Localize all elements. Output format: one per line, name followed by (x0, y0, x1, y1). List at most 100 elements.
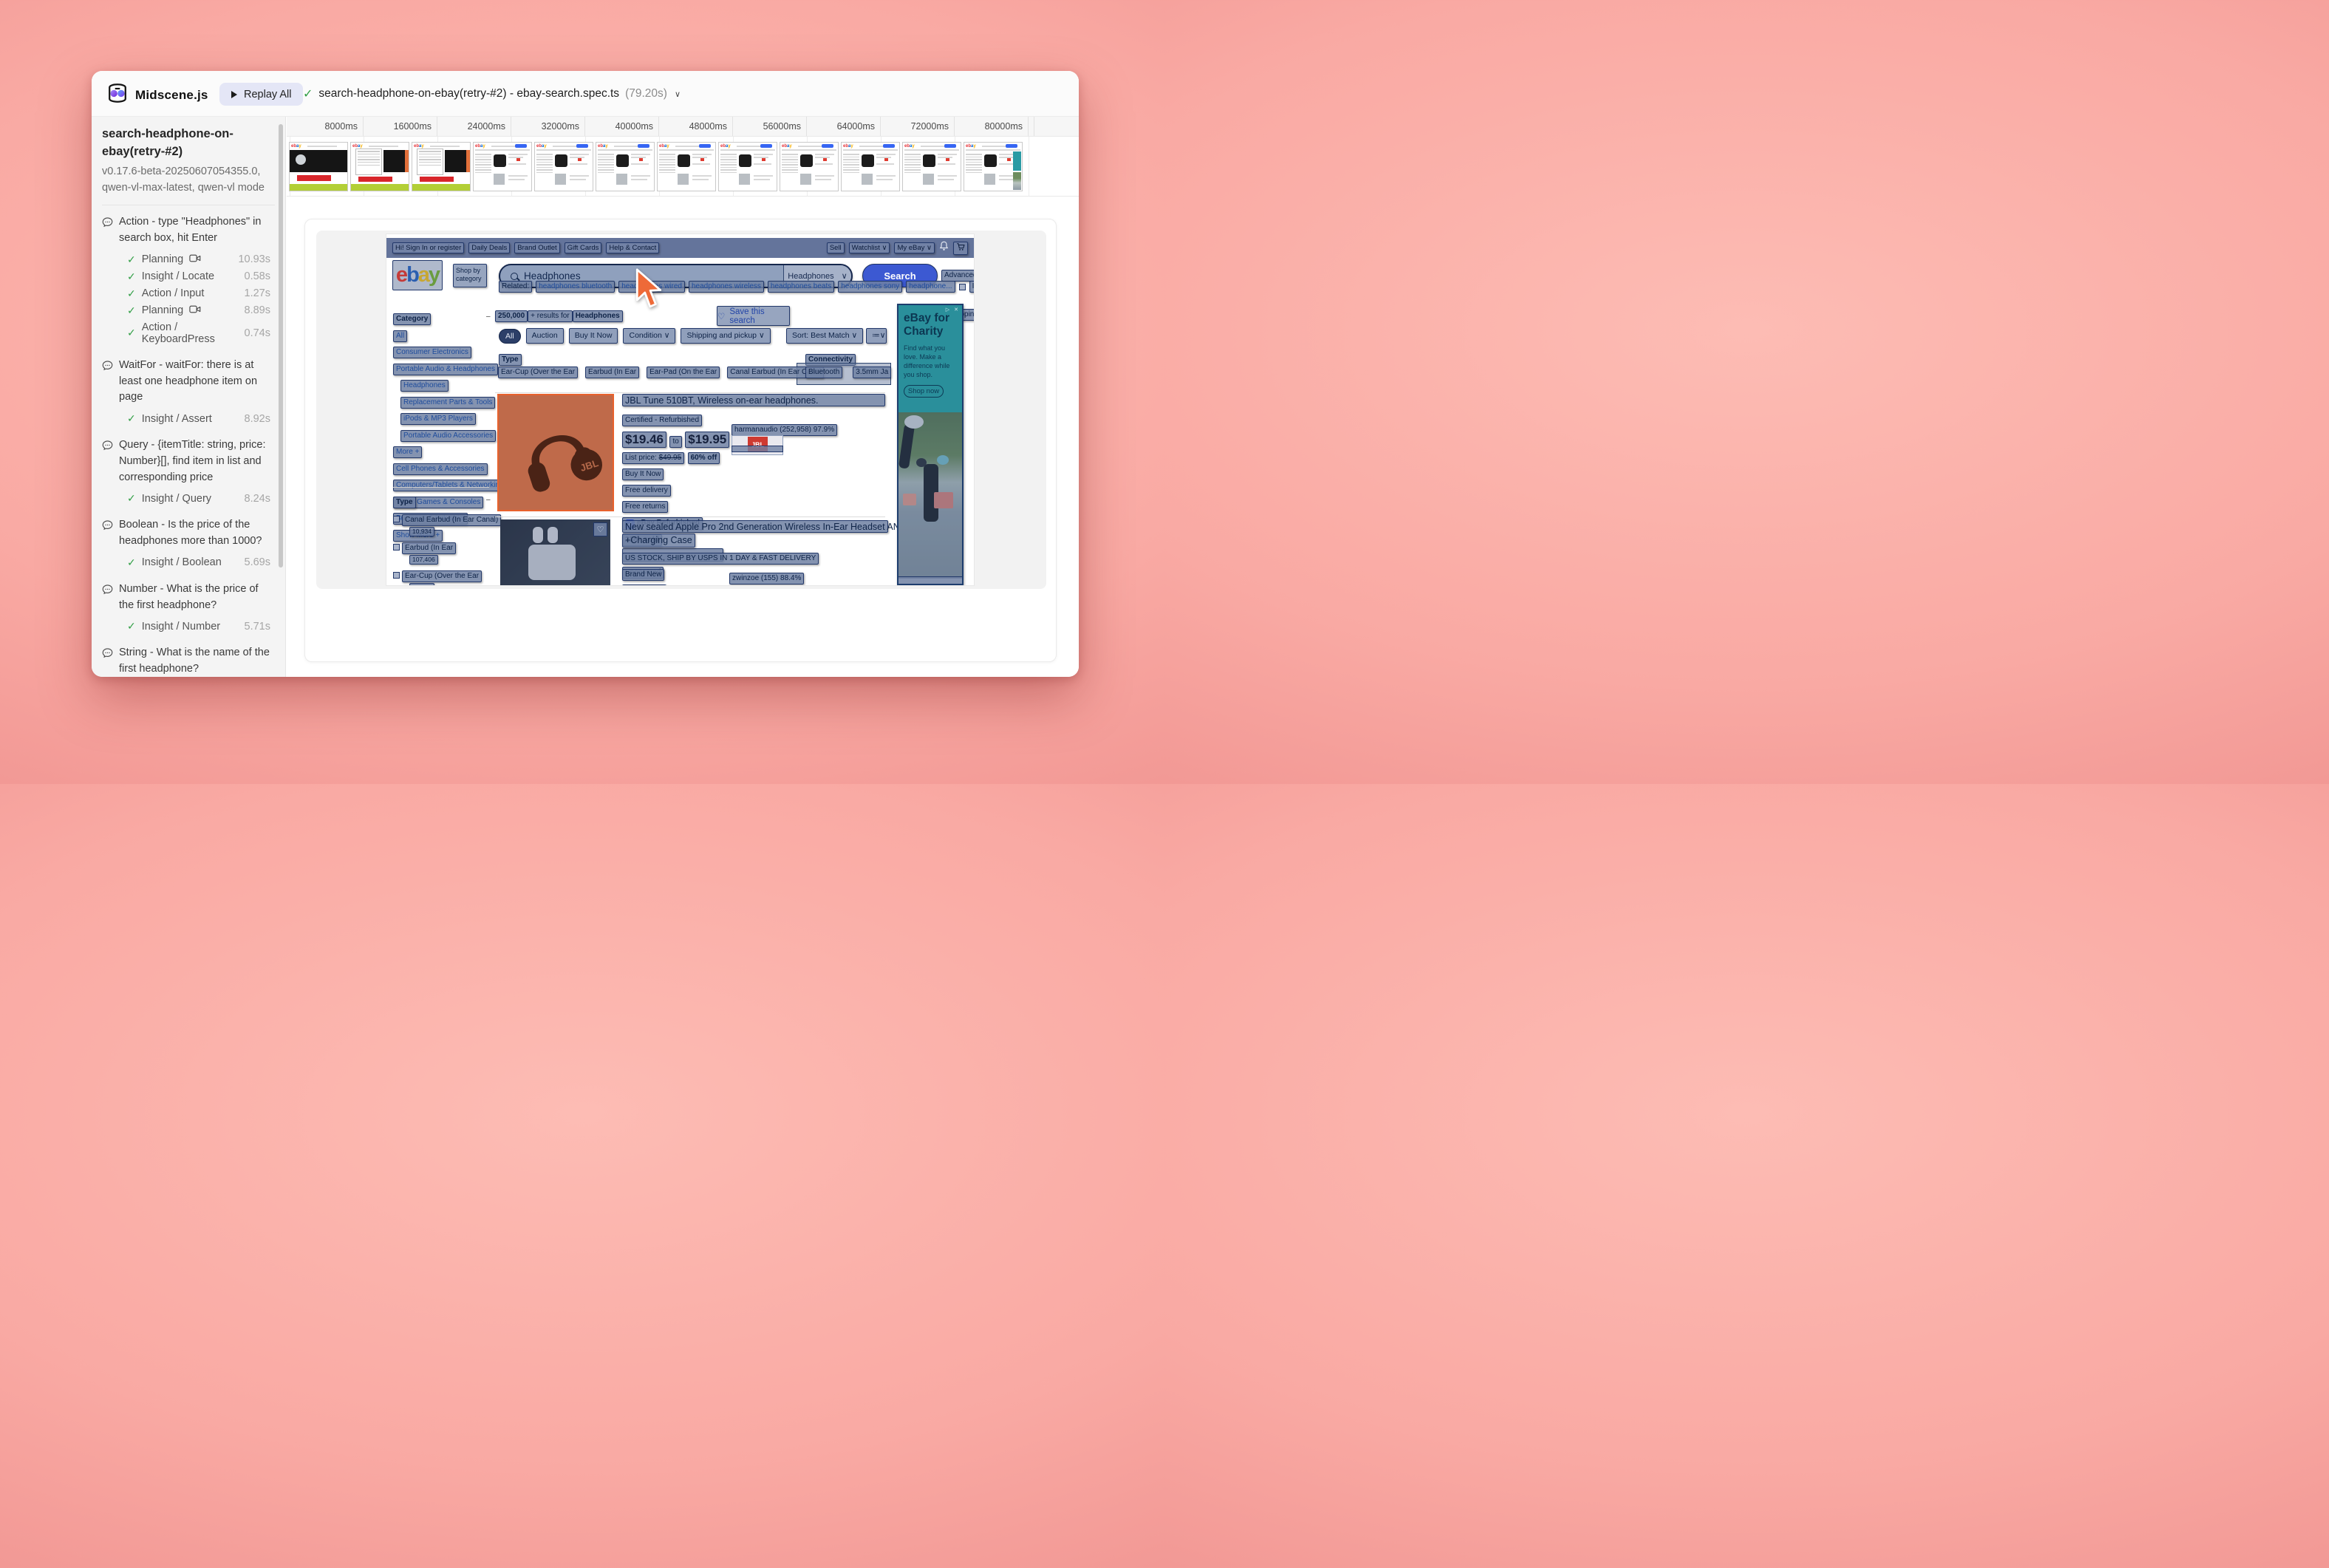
screenshot-thumbnail[interactable]: ebay (964, 142, 1023, 191)
step-text: Boolean - Is the price of the headphones… (119, 517, 275, 550)
step-item[interactable]: String - What is the name of the first h… (102, 645, 275, 677)
timeline-tick: 72000ms (881, 117, 955, 136)
substep-row[interactable]: ✓Insight / Locate0.58s (102, 268, 275, 285)
sidebar-scrollbar[interactable] (279, 124, 283, 567)
shop-now-button: Shop now (904, 385, 944, 398)
category-item: iPods & MP3 Players (400, 411, 504, 425)
screenshot-thumbnail[interactable]: ebay (350, 142, 409, 191)
substep-row[interactable]: ✓Action / KeyboardPress0.74s (102, 319, 275, 347)
topnav-link: Daily Deals (468, 242, 510, 253)
substep-duration: 8.89s (245, 304, 270, 316)
step-label[interactable]: WaitFor - waitFor: there is at least one… (102, 358, 275, 406)
filter-all: All (499, 329, 521, 344)
test-title: search-headphone-on-ebay(retry-#2) - eba… (318, 87, 619, 100)
screenshot-thumbnail[interactable]: ebay (534, 142, 593, 191)
timeline-tick: 32000ms (511, 117, 585, 136)
category-item: Replacement Parts & Tools (400, 395, 504, 409)
step-item[interactable]: Query - {itemTitle: string, price: Numbe… (102, 437, 275, 507)
screenshot-thumbnail[interactable]: ebay (596, 142, 655, 191)
filter-bar: All Auction Buy It Now Condition ∨ Shipp… (499, 328, 771, 344)
category-header-label: Category (393, 313, 431, 325)
listing1-buy-it-now: Buy It Now (622, 468, 664, 480)
sidebar-version-info: v0.17.6-beta-20250607054355.0, qwen-vl-m… (102, 164, 275, 206)
step-item[interactable]: Boolean - Is the price of the headphones… (102, 517, 275, 571)
collapse-icon: – (486, 313, 491, 321)
category-item: Cell Phones & Accessories (393, 461, 504, 475)
replay-all-button[interactable]: Replay All (219, 83, 303, 106)
topnav-link: Help & Contact (606, 242, 659, 253)
substep-row[interactable]: ✓Insight / Query8.24s (102, 490, 275, 507)
bell-icon (939, 241, 949, 255)
substep-row[interactable]: ✓Insight / Boolean5.69s (102, 554, 275, 571)
substep-duration: 8.24s (245, 493, 270, 505)
substep-duration: 1.27s (245, 287, 270, 299)
advanced-link: Advanced (941, 270, 974, 282)
related-chip: headphone... (906, 281, 955, 293)
step-item[interactable]: WaitFor - waitFor: there is at least one… (102, 358, 275, 427)
substep-duration: 8.92s (245, 413, 270, 425)
screenshot-thumbnail[interactable]: ebay (841, 142, 900, 191)
screenshot-thumbnail[interactable]: ebay (289, 142, 348, 191)
type-chip: Ear-Pad (On the Ear (647, 367, 720, 378)
related-chip: headphones bluetooth (536, 281, 615, 293)
type-chip: Earbud (In Ear (585, 367, 639, 378)
listing2-seller: zwinzoe (155) 88.4% (729, 573, 804, 584)
screenshot-panel: Hi! Sign In or registerDaily DealsBrand … (316, 231, 1046, 589)
step-item[interactable]: Number - What is the price of the first … (102, 582, 275, 635)
test-title-dropdown[interactable]: ✓ search-headphone-on-ebay(retry-#2) - e… (303, 86, 681, 101)
screenshot-thumbnail[interactable]: ebay (657, 142, 716, 191)
substep-list: ✓Insight / Query8.24s (102, 490, 275, 507)
timeline-tick: 48000ms (659, 117, 733, 136)
substep-row[interactable]: ✓Insight / Number5.71s (102, 618, 275, 635)
substep-name: Planning (142, 304, 183, 316)
screenshot-thumbnail[interactable]: ebay (780, 142, 839, 191)
screenshot-thumbnail[interactable]: ebay (902, 142, 961, 191)
step-label[interactable]: Boolean - Is the price of the headphones… (102, 517, 275, 550)
check-icon: ✓ (127, 304, 136, 317)
substep-row[interactable]: ✓Action / Input1.27s (102, 285, 275, 302)
substep-duration: 10.93s (238, 253, 270, 265)
substep-row[interactable]: ✓Planning10.93s (102, 251, 275, 268)
timeline-tick: 8000ms (290, 117, 364, 136)
step-item[interactable]: Action - type "Headphones" in search box… (102, 214, 275, 347)
substep-row[interactable]: ✓ Planning 8.89s (102, 302, 275, 319)
check-icon: ✓ (127, 253, 136, 266)
listing2-condition: Brand New (622, 569, 664, 581)
substep-row[interactable]: ✓Insight / Assert8.92s (102, 410, 275, 427)
step-label[interactable]: Number - What is the price of the first … (102, 582, 275, 614)
filter-buy-it-now: Buy It Now (569, 328, 618, 344)
timeline-tick: 16000ms (364, 117, 437, 136)
search-icon (511, 273, 518, 280)
heart-icon: ♡ (717, 311, 725, 321)
chat-bubble-icon (102, 517, 113, 550)
listing1-title: JBL Tune 510BT, Wireless on-ear headphon… (622, 394, 885, 406)
screenshot-thumbnail[interactable]: ebay (718, 142, 777, 191)
results-bar: 250,000+ results forHeadphones ♡ Save th… (495, 308, 894, 322)
listing2-title: New sealed Apple Pro 2nd Generation Wire… (622, 520, 888, 533)
listing1-price-to: $19.95 (685, 432, 729, 448)
view-list-icon: ≔∨ (866, 328, 887, 344)
step-label[interactable]: String - What is the name of the first h… (102, 645, 275, 677)
watchlist-heart-icon: ♡ (593, 522, 607, 536)
category-link: Portable Audio Accessories (400, 430, 496, 442)
type-filter-row: Canal Earbud (In Ear Canal)10,934 (393, 514, 504, 536)
screenshot-thumbnail[interactable]: ebay (473, 142, 532, 191)
category-link: Cell Phones & Accessories (393, 463, 488, 475)
screenshot-thumbnail[interactable]: ebay (412, 142, 471, 191)
substep-list: ✓Planning10.93s✓Insight / Locate0.58s✓Ac… (102, 251, 275, 347)
step-label[interactable]: Action - type "Headphones" in search box… (102, 214, 275, 247)
related-searches: Related:headphones bluetoothheadphones w… (499, 281, 974, 293)
category-item: Computers/Tablets & Networking (393, 477, 504, 491)
step-text: String - What is the name of the first h… (119, 645, 275, 677)
charity-ad: ▷ ✕ eBay forCharity Find what you love. … (897, 304, 964, 585)
ebay-topnav: Hi! Sign In or registerDaily DealsBrand … (386, 238, 974, 258)
camera-icon (189, 253, 201, 266)
midscene-logo-icon (106, 82, 129, 108)
type-filter-label: Canal Earbud (In Ear Canal) (402, 514, 501, 526)
topnav-link: Brand Outlet (514, 242, 559, 253)
check-icon: ✓ (127, 287, 136, 300)
step-list: Action - type "Headphones" in search box… (102, 214, 275, 677)
step-label[interactable]: Query - {itemTitle: string, price: Numbe… (102, 437, 275, 485)
listing1-discount: 60% off (688, 452, 720, 464)
ad-photo (898, 412, 962, 579)
